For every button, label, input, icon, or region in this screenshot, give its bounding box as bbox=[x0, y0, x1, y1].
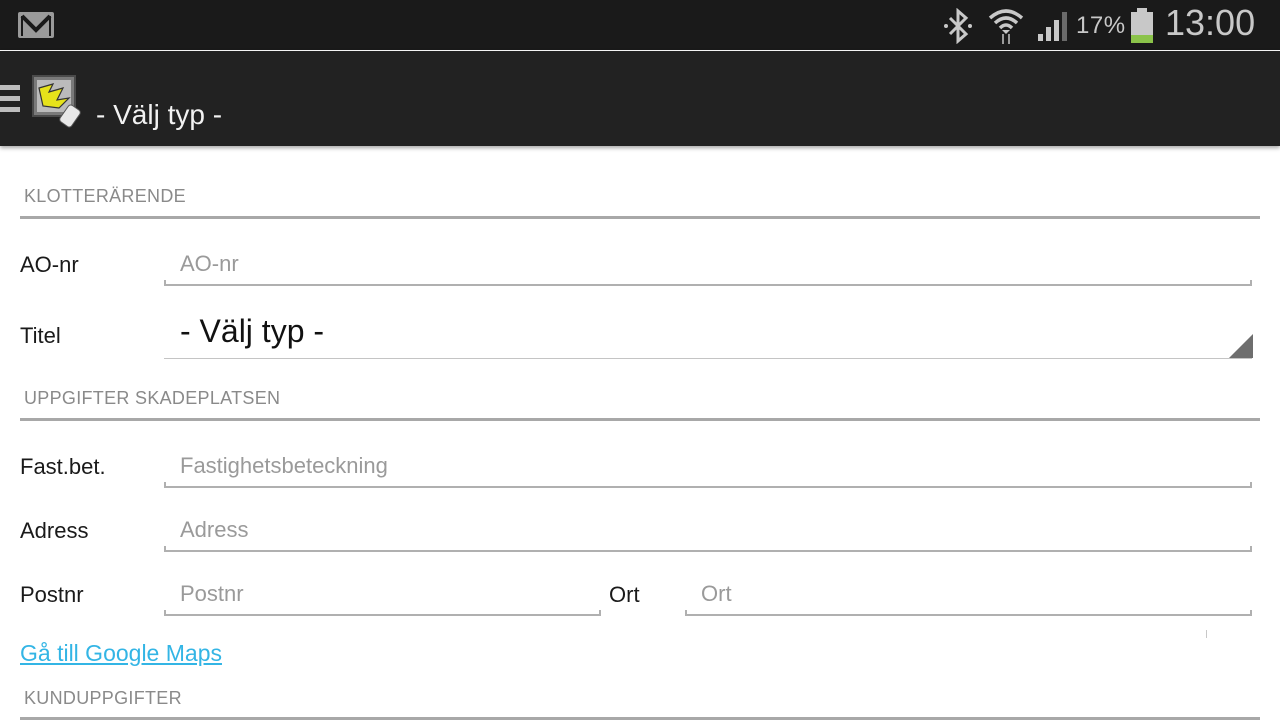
ort-underline bbox=[685, 610, 1252, 616]
section-header-kunduppgifter: KUNDUPPGIFTER bbox=[24, 688, 182, 708]
titel-spinner-underline bbox=[164, 358, 1252, 359]
fastighetsbeteckning-input[interactable] bbox=[164, 446, 1252, 486]
adress-label: Adress bbox=[20, 518, 89, 543]
battery-icon bbox=[1131, 8, 1153, 43]
section-header-klotterarende: KLOTTERÄRENDE bbox=[24, 186, 186, 206]
ao-nr-input[interactable] bbox=[164, 244, 1252, 284]
google-maps-link[interactable]: Gå till Google Maps bbox=[20, 640, 222, 667]
postnr-label: Postnr bbox=[20, 582, 84, 607]
fast-bet-underline bbox=[164, 482, 1252, 488]
section-divider bbox=[20, 418, 1260, 421]
fast-bet-label: Fast.bet. bbox=[20, 454, 106, 479]
action-bar-title[interactable]: - Välj typ - bbox=[96, 99, 222, 131]
clock: 13:00 bbox=[1165, 2, 1256, 43]
ao-nr-underline bbox=[164, 280, 1252, 286]
action-bar: - Välj typ - bbox=[0, 51, 1280, 146]
status-bar: 17% 13:00 bbox=[0, 0, 1280, 50]
adress-underline bbox=[164, 546, 1252, 552]
bluetooth-icon bbox=[944, 8, 972, 44]
battery-percent: 17% bbox=[1076, 12, 1126, 39]
gmail-icon[interactable] bbox=[16, 10, 56, 40]
signal-icon bbox=[1038, 12, 1067, 41]
postnr-input[interactable] bbox=[164, 574, 601, 614]
ort-label: Ort bbox=[609, 582, 640, 607]
titel-label: Titel bbox=[20, 323, 61, 348]
menu-icon[interactable] bbox=[0, 85, 22, 115]
section-divider bbox=[20, 216, 1260, 219]
app-logo-icon[interactable] bbox=[29, 70, 85, 128]
ort-input[interactable] bbox=[685, 574, 1252, 614]
dropdown-arrow-icon[interactable] bbox=[1229, 334, 1253, 358]
section-header-uppgifter-skadeplatsen: UPPGIFTER SKADEPLATSEN bbox=[24, 388, 281, 408]
ao-nr-label: AO-nr bbox=[20, 252, 79, 277]
titel-selected-value[interactable]: - Välj typ - bbox=[180, 313, 324, 350]
adress-input[interactable] bbox=[164, 510, 1252, 550]
postnr-underline bbox=[164, 610, 601, 616]
divider-tick bbox=[1206, 630, 1207, 638]
wifi-icon bbox=[988, 9, 1024, 44]
